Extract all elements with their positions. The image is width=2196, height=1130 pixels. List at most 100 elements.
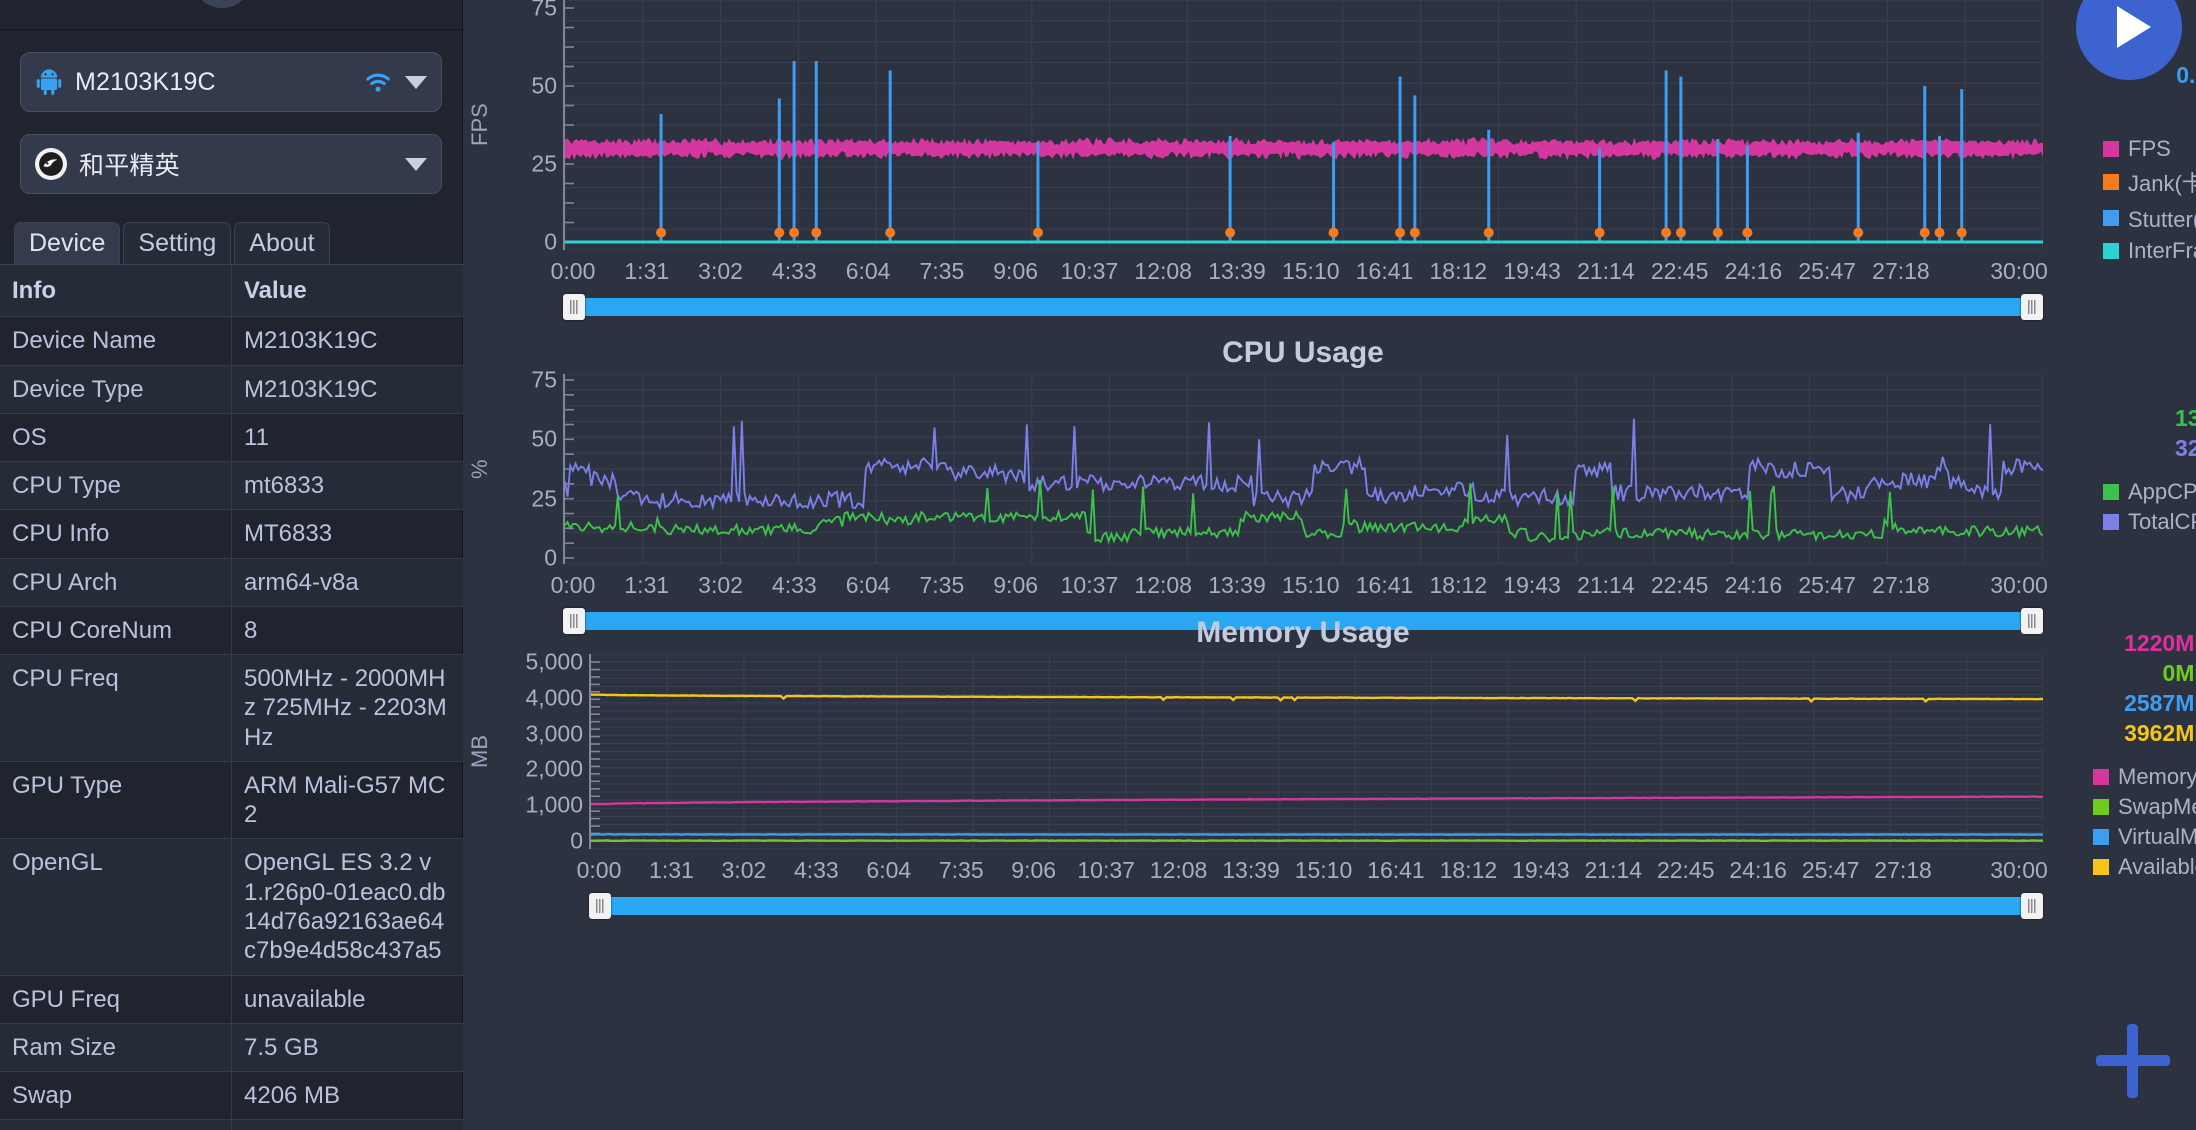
table-cell-key: CPU Arch (0, 558, 232, 606)
cpu-x-axis: 0:00 1:31 3:02 4:33 6:04 7:35 9:06 10:37 12:08 13… (551, 564, 2048, 606)
table-row: Swap 4206 MB (0, 1072, 463, 1121)
axis-tick-label: 0:00 (576, 857, 622, 883)
legend-swatch (2103, 514, 2119, 530)
slider-handle-right[interactable] (2021, 294, 2043, 320)
axis-tick-label: 50 (531, 72, 557, 99)
axis-tick-label: 25:47 (1798, 258, 1856, 284)
table-row: CPU Type mt6833 (0, 462, 463, 511)
memory-range-slider[interactable] (589, 893, 2043, 919)
android-icon (35, 68, 63, 96)
legend-item[interactable]: Jank(卡顿次数) (2103, 166, 2196, 198)
axis-tick-label: 3:02 (721, 857, 767, 883)
legend-item[interactable]: TotalCPU (2103, 509, 2196, 535)
legend-item[interactable]: InterFrame (2103, 238, 2196, 264)
cpu-plot-area (563, 374, 2043, 564)
cpu-chart-title: CPU Usage (1222, 336, 1384, 369)
legend-item[interactable]: AvailableMe... (2093, 854, 2196, 880)
slider-handle-left[interactable] (589, 893, 611, 919)
table-row: OS 11 (0, 413, 463, 463)
axis-tick-label: 24:16 (1724, 572, 1783, 598)
window-notch (192, 0, 252, 8)
legend-item[interactable]: FPS (2103, 136, 2196, 162)
legend-label: AvailableMe... (2118, 854, 2196, 879)
axis-tick-label: 30:00 (1990, 857, 2048, 883)
axis-tick-label: 10:37 (1060, 258, 1119, 284)
axis-tick-label: 0:00 (550, 572, 596, 598)
table-row: GPU Type ARM Mali-G57 MC2 (0, 761, 463, 840)
axis-tick-label: 15:10 (1294, 857, 1353, 883)
legend-item[interactable]: VirtualMemory (2093, 824, 2196, 850)
axis-tick-label: 12:08 (1134, 258, 1192, 284)
table-row: CPU Arch arm64-v8a (0, 558, 463, 607)
table-row: CPU CoreNum 8 (0, 606, 463, 656)
axis-tick-label: 13:39 (1208, 572, 1266, 598)
table-cell-key: GPU Type (0, 761, 232, 839)
legend-swatch (2103, 210, 2119, 226)
app-selector[interactable]: 和平精英 (20, 134, 442, 194)
axis-tick-label: 1,000 (525, 791, 583, 818)
legend-item[interactable]: AppCPU (2103, 479, 2196, 505)
table-cell-key: CPU Type (0, 462, 232, 510)
axis-tick-label: 7:35 (919, 258, 965, 284)
axis-tick-label: 9:06 (1011, 857, 1057, 883)
memory-chart: Memory Usage MB 0 1,000 2,000 3,000 4,000 5,0… (463, 610, 2196, 919)
slider-handle-right[interactable] (2021, 893, 2043, 919)
fps-y-ticks: 0 25 50 75 (497, 0, 563, 255)
legend-label: SwapMemory (2118, 794, 2196, 819)
axis-tick-label: 0 (570, 827, 583, 854)
legend-swatch (2103, 174, 2119, 190)
cpu-y-ticks: 0 25 50 75 (497, 367, 563, 571)
legend-swatch (2103, 141, 2119, 157)
fps-slider-track[interactable] (575, 298, 2031, 316)
legend-reading-value: 13% (2174, 405, 2196, 431)
axis-tick-label: 4:33 (793, 857, 839, 883)
tab-about[interactable]: About (234, 222, 330, 264)
add-button[interactable] (2088, 1016, 2178, 1106)
grip-icon (2027, 300, 2037, 314)
legend-item[interactable]: Memory (2093, 764, 2196, 790)
memory-legend: 1220MB 0MB 2587MB 3962MB Memory SwapMemory Vir… (2093, 630, 2196, 880)
table-cell-key: CPU Freq (0, 655, 232, 761)
axis-tick-label: 15:10 (1281, 572, 1340, 598)
cpu-legend: 13% 32% AppCPU TotalCPU (2103, 405, 2196, 535)
axis-tick-label: 10:37 (1077, 857, 1135, 883)
table-cell-value: 11 (244, 423, 269, 451)
table-row: OpenGL OpenGL ES 3.2 v1.r26p0-01eac0.db14… (0, 839, 463, 976)
tab-setting[interactable]: Setting (123, 222, 232, 264)
axis-tick-label: 15:10 (1281, 258, 1340, 284)
axis-tick-label: 9:06 (993, 572, 1039, 598)
legend-label: Memory (2118, 764, 2196, 789)
table-cell-value: M2103K19C (244, 375, 378, 403)
chevron-down-icon[interactable] (405, 157, 427, 171)
axis-tick-label: 27:18 (1872, 572, 1930, 598)
axis-tick-label: 4:33 (771, 572, 817, 598)
axis-tick-label: 6:04 (845, 572, 891, 598)
axis-tick-label: 16:41 (1355, 258, 1414, 284)
axis-tick-label: 1:31 (624, 572, 670, 598)
memory-slider-track[interactable] (601, 897, 2031, 915)
legend-item[interactable]: SwapMemory (2093, 794, 2196, 820)
slider-handle-left[interactable] (563, 294, 585, 320)
axis-tick-label: 21:14 (1577, 572, 1635, 598)
table-cell-key: Root (0, 1120, 232, 1130)
axis-tick-label: 4,000 (525, 684, 583, 711)
legend-swatch (2093, 829, 2109, 845)
axis-tick-label: 12:08 (1134, 572, 1192, 598)
legend-item[interactable]: Stutter(卡顿率) (2103, 202, 2196, 234)
fps-range-slider[interactable] (563, 294, 2043, 320)
legend-label: InterFrame (2128, 238, 2196, 263)
table-row: Device Name M2103K19C (0, 317, 463, 366)
axis-tick-label: 4:33 (771, 258, 817, 284)
tab-setting-label: Setting (138, 229, 217, 257)
axis-tick-label: 75 (531, 366, 557, 393)
play-icon (2117, 6, 2151, 48)
legend-label: FPS (2128, 136, 2171, 161)
axis-tick-label: 50 (531, 425, 557, 452)
table-cell-key: GPU Freq (0, 975, 232, 1023)
axis-tick-label: 3:02 (698, 572, 743, 598)
tab-device[interactable]: Device (14, 222, 121, 264)
device-selector[interactable]: M2103K19C (20, 52, 442, 112)
chevron-down-icon[interactable] (405, 75, 427, 89)
axis-tick-label: 3,000 (525, 720, 583, 747)
legend-label: VirtualMemory (2118, 824, 2196, 849)
